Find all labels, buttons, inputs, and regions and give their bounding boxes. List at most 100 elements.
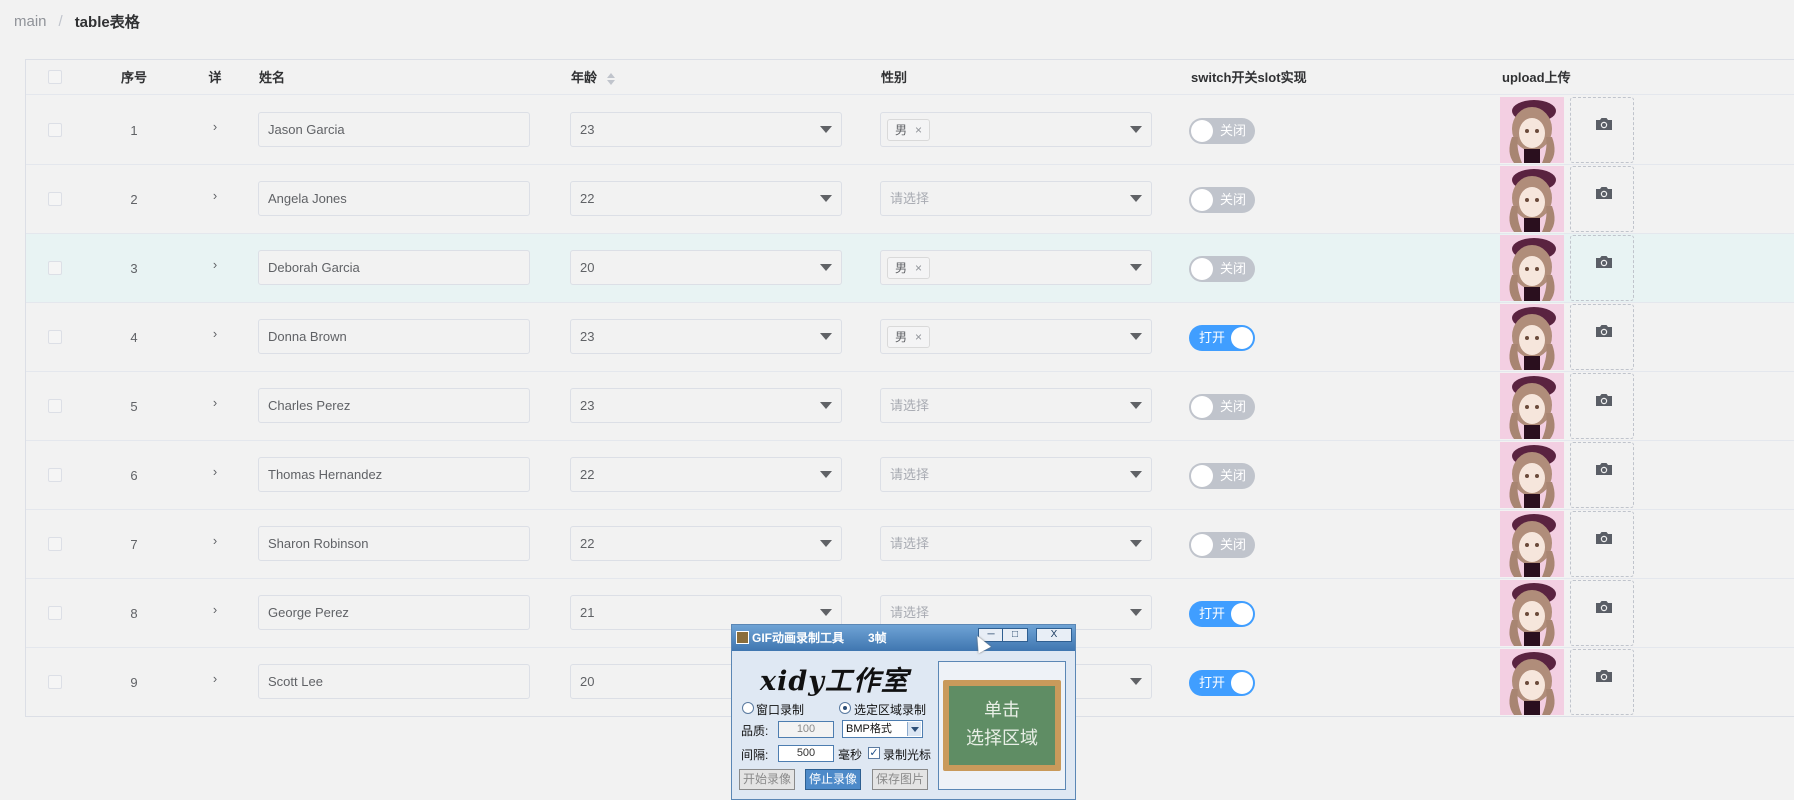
upload-button[interactable] xyxy=(1570,511,1634,577)
upload-button[interactable] xyxy=(1570,442,1634,508)
row-checkbox[interactable] xyxy=(48,192,62,206)
tag-close-icon[interactable]: × xyxy=(915,261,922,275)
format-select[interactable]: BMP格式 xyxy=(842,720,923,738)
table-row[interactable]: 4 › Donna Brown 23 男 × 打开 xyxy=(26,303,1794,372)
status-switch[interactable]: 关闭 xyxy=(1189,118,1255,144)
status-switch[interactable]: 关闭 xyxy=(1189,394,1255,420)
expand-chevron-icon[interactable]: › xyxy=(204,254,226,276)
sex-select[interactable]: 男 × xyxy=(880,250,1152,285)
sex-select[interactable]: 男 × xyxy=(880,319,1152,354)
status-switch[interactable]: 关闭 xyxy=(1189,463,1255,489)
age-select[interactable]: 23 xyxy=(570,319,842,354)
chevron-down-icon[interactable] xyxy=(820,264,832,271)
upload-button[interactable] xyxy=(1570,235,1634,301)
chevron-down-icon[interactable] xyxy=(1130,471,1142,478)
tag-close-icon[interactable]: × xyxy=(915,330,922,344)
upload-button[interactable] xyxy=(1570,373,1634,439)
chevron-down-icon[interactable] xyxy=(820,333,832,340)
chevron-down-icon[interactable] xyxy=(1130,333,1142,340)
upload-button[interactable] xyxy=(1570,580,1634,646)
save-image-button[interactable]: 保存图片 xyxy=(872,769,928,790)
chevron-down-icon[interactable] xyxy=(1130,195,1142,202)
chevron-down-icon[interactable] xyxy=(820,195,832,202)
row-checkbox[interactable] xyxy=(48,468,62,482)
status-switch[interactable]: 关闭 xyxy=(1189,532,1255,558)
expand-chevron-icon[interactable]: › xyxy=(204,185,226,207)
row-checkbox[interactable] xyxy=(48,537,62,551)
chevron-down-icon[interactable] xyxy=(907,722,921,736)
close-icon[interactable]: X xyxy=(1036,628,1072,642)
expand-chevron-icon[interactable]: › xyxy=(204,323,226,345)
header-age[interactable]: 年龄 xyxy=(571,60,616,95)
sort-icon[interactable] xyxy=(606,72,616,86)
chevron-down-icon[interactable] xyxy=(1130,678,1142,685)
sex-select[interactable]: 男 × xyxy=(880,112,1152,147)
chevron-down-icon[interactable] xyxy=(820,126,832,133)
name-input[interactable]: Scott Lee xyxy=(258,664,530,699)
sex-select[interactable]: 请选择 xyxy=(880,388,1152,423)
upload-button[interactable] xyxy=(1570,304,1634,370)
name-input[interactable]: Angela Jones xyxy=(258,181,530,216)
upload-button[interactable] xyxy=(1570,166,1634,232)
status-switch[interactable]: 打开 xyxy=(1189,325,1255,351)
age-select[interactable]: 23 xyxy=(570,112,842,147)
table-row[interactable]: 1 › Jason Garcia 23 男 × 关闭 xyxy=(26,96,1794,165)
age-select[interactable]: 22 xyxy=(570,181,842,216)
expand-chevron-icon[interactable]: › xyxy=(204,530,226,552)
maximize-icon[interactable]: □ xyxy=(1002,628,1028,642)
record-cursor-checkbox[interactable]: ✓ xyxy=(868,747,880,759)
expand-chevron-icon[interactable]: › xyxy=(204,599,226,621)
name-input[interactable]: Thomas Hernandez xyxy=(258,457,530,492)
breadcrumb-root[interactable]: main xyxy=(14,13,47,30)
tag-close-icon[interactable]: × xyxy=(915,123,922,137)
table-row[interactable]: 2 › Angela Jones 22 请选择 关闭 xyxy=(26,165,1794,234)
sex-select[interactable]: 请选择 xyxy=(880,181,1152,216)
age-select[interactable]: 22 xyxy=(570,526,842,561)
chevron-down-icon[interactable] xyxy=(820,402,832,409)
row-checkbox[interactable] xyxy=(48,606,62,620)
select-all-checkbox[interactable] xyxy=(48,70,62,84)
sex-select[interactable]: 请选择 xyxy=(880,457,1152,492)
quality-input[interactable]: 100 xyxy=(778,721,834,738)
table-row[interactable]: 3 › Deborah Garcia 20 男 × 关闭 xyxy=(26,234,1794,303)
table-row[interactable]: 5 › Charles Perez 23 请选择 关闭 xyxy=(26,372,1794,441)
name-input[interactable]: Jason Garcia xyxy=(258,112,530,147)
name-input[interactable]: Charles Perez xyxy=(258,388,530,423)
start-record-button[interactable]: 开始录像 xyxy=(739,769,795,790)
name-input[interactable]: Donna Brown xyxy=(258,319,530,354)
radio-region-record[interactable] xyxy=(839,702,851,714)
name-input[interactable]: Deborah Garcia xyxy=(258,250,530,285)
interval-input[interactable]: 500 xyxy=(778,745,834,762)
chevron-down-icon[interactable] xyxy=(1130,264,1142,271)
row-checkbox[interactable] xyxy=(48,330,62,344)
table-row[interactable]: 6 › Thomas Hernandez 22 请选择 关闭 xyxy=(26,441,1794,510)
status-switch[interactable]: 打开 xyxy=(1189,601,1255,627)
chevron-down-icon[interactable] xyxy=(820,540,832,547)
expand-chevron-icon[interactable]: › xyxy=(204,116,226,138)
select-region-button[interactable]: 单击 选择区域 xyxy=(938,661,1066,790)
age-select[interactable]: 20 xyxy=(570,250,842,285)
status-switch[interactable]: 打开 xyxy=(1189,670,1255,696)
radio-window-record[interactable] xyxy=(742,702,754,714)
upload-button[interactable] xyxy=(1570,97,1634,163)
status-switch[interactable]: 关闭 xyxy=(1189,187,1255,213)
row-checkbox[interactable] xyxy=(48,675,62,689)
expand-chevron-icon[interactable]: › xyxy=(204,392,226,414)
chevron-down-icon[interactable] xyxy=(1130,609,1142,616)
expand-chevron-icon[interactable]: › xyxy=(204,668,226,690)
row-checkbox[interactable] xyxy=(48,261,62,275)
age-select[interactable]: 22 xyxy=(570,457,842,492)
row-checkbox[interactable] xyxy=(48,123,62,137)
upload-button[interactable] xyxy=(1570,649,1634,715)
chevron-down-icon[interactable] xyxy=(1130,540,1142,547)
status-switch[interactable]: 关闭 xyxy=(1189,256,1255,282)
expand-chevron-icon[interactable]: › xyxy=(204,461,226,483)
chevron-down-icon[interactable] xyxy=(1130,402,1142,409)
chevron-down-icon[interactable] xyxy=(820,471,832,478)
name-input[interactable]: George Perez xyxy=(258,595,530,630)
table-row[interactable]: 7 › Sharon Robinson 22 请选择 关闭 xyxy=(26,510,1794,579)
sex-select[interactable]: 请选择 xyxy=(880,526,1152,561)
age-select[interactable]: 23 xyxy=(570,388,842,423)
row-checkbox[interactable] xyxy=(48,399,62,413)
chevron-down-icon[interactable] xyxy=(820,609,832,616)
